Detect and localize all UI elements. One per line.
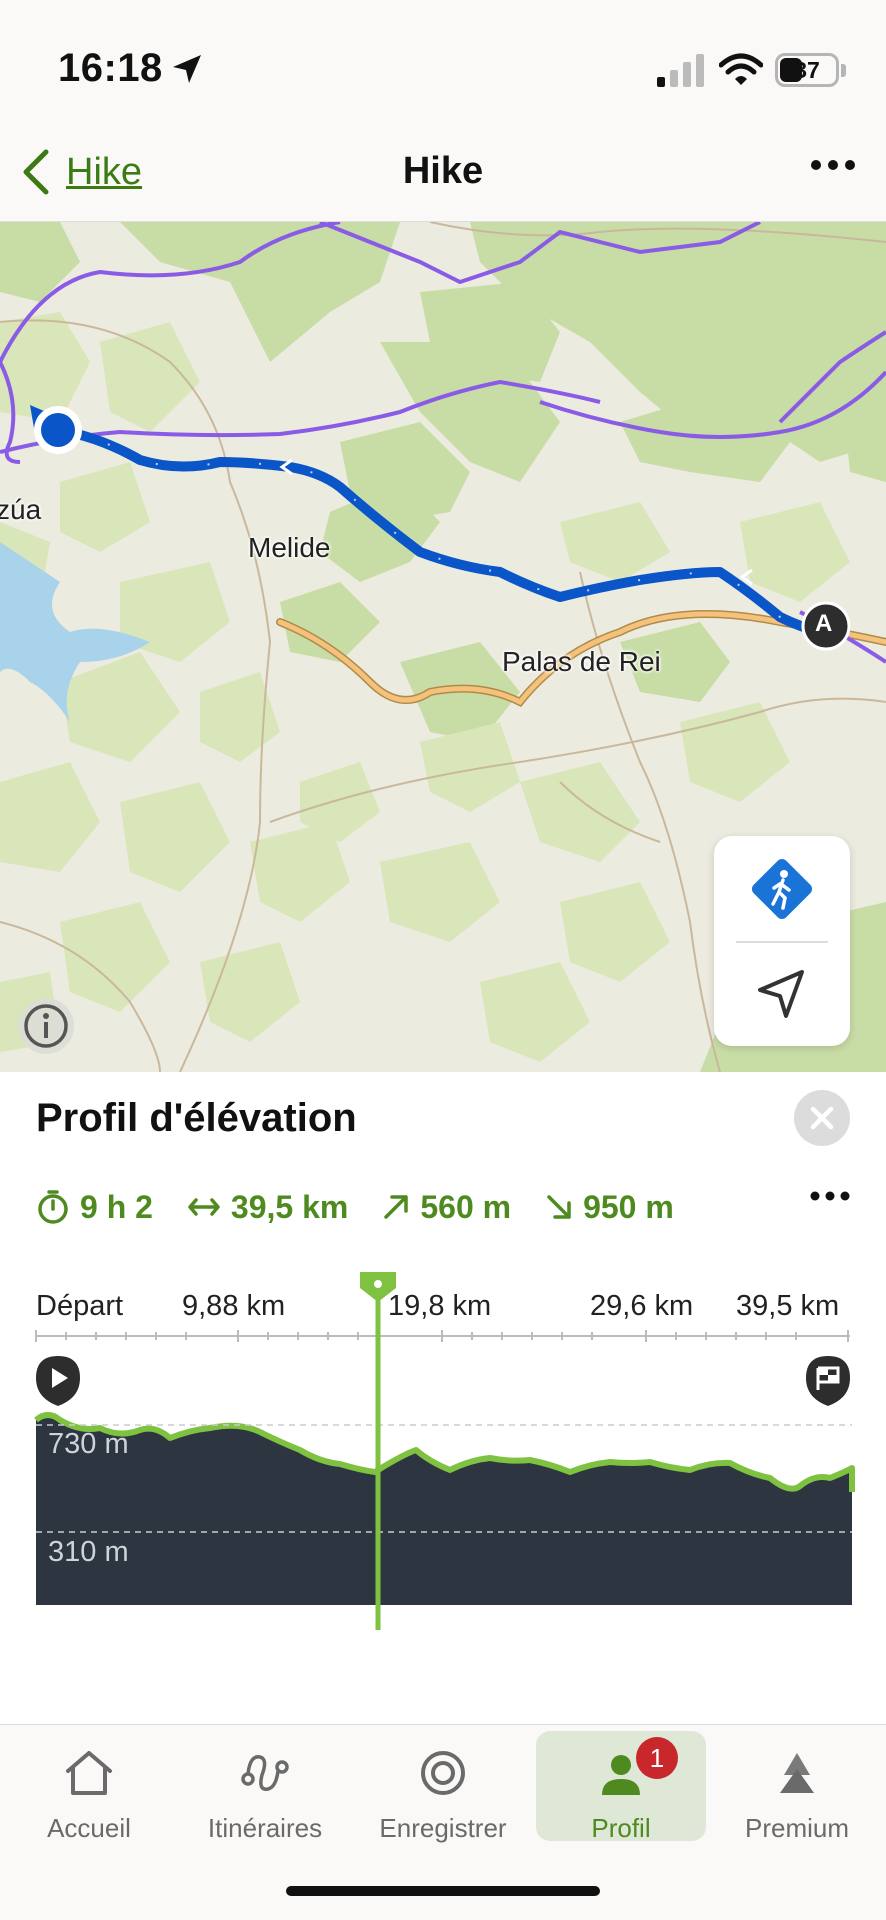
axis-label-half: 19,8 km: [388, 1290, 492, 1322]
axis-label-three-quarter: 29,6 km: [590, 1290, 694, 1322]
stat-distance: 39,5 km: [187, 1189, 348, 1226]
home-indicator: [286, 1886, 600, 1896]
tab-profil[interactable]: 1 Profil: [536, 1731, 706, 1843]
status-time: 16:18: [58, 46, 163, 90]
elevation-stats: 9 h 2 39,5 km 560 m 950 m: [36, 1182, 850, 1232]
stat-descent: 950 m: [545, 1189, 674, 1226]
battery-indicator: 37: [775, 53, 839, 87]
map-label-palas-de-rei: Palas de Rei: [502, 646, 661, 677]
route-icon: [241, 1755, 289, 1791]
mountain-icon: [780, 1753, 814, 1793]
map-view[interactable]: A Melide Palas de Rei zúa: [0, 222, 886, 1072]
axis-label-quarter: 9,88 km: [182, 1290, 286, 1322]
signal-icon: [657, 54, 704, 87]
descent-arrow-icon: [547, 1195, 571, 1219]
more-options-icon[interactable]: [810, 158, 856, 172]
map-info-button[interactable]: [18, 998, 74, 1054]
axis-label-start: Départ: [36, 1290, 124, 1322]
map-label-partial: zúa: [0, 494, 42, 525]
stat-duration-value: 9 h 2: [80, 1188, 153, 1225]
tab-label-premium: Premium: [744, 1813, 849, 1843]
stat-distance-value: 39,5 km: [230, 1188, 349, 1225]
tab-accueil[interactable]: Accueil: [4, 1731, 174, 1843]
stats-more-icon[interactable]: [810, 1190, 850, 1202]
elevation-title: Profil d'élévation: [36, 1096, 357, 1140]
tab-premium[interactable]: Premium: [712, 1731, 882, 1843]
tab-label-profil: Profil: [591, 1813, 651, 1843]
status-bar: 16:18 37: [0, 0, 886, 130]
locate-me-icon[interactable]: [754, 966, 810, 1022]
tab-itineraires[interactable]: Itinéraires: [180, 1731, 350, 1843]
stopwatch-icon: [38, 1190, 68, 1224]
finish-flag-icon: [806, 1356, 850, 1406]
map-label-melide: Melide: [248, 532, 331, 563]
map-controls: [714, 836, 850, 1046]
stat-descent-value: 950 m: [583, 1188, 674, 1225]
y-label-min: 310 m: [48, 1536, 129, 1568]
distance-arrows-icon: [188, 1198, 220, 1216]
tab-label-enregistrer: Enregistrer: [379, 1813, 507, 1843]
stat-duration: 9 h 2: [36, 1189, 153, 1226]
home-icon: [66, 1751, 112, 1795]
y-label-max: 730 m: [48, 1428, 129, 1460]
stat-ascent: 560 m: [382, 1189, 511, 1226]
close-button[interactable]: [794, 1090, 850, 1146]
tab-label-accueil: Accueil: [47, 1813, 131, 1843]
map-label-start-marker: A: [815, 610, 833, 637]
battery-level: 37: [794, 57, 820, 83]
ascent-arrow-icon: [384, 1195, 409, 1219]
notification-badge: 1: [636, 1737, 678, 1779]
wifi-icon: [719, 53, 763, 85]
hiking-mode-icon[interactable]: [747, 854, 817, 924]
tab-enregistrer[interactable]: Enregistrer: [358, 1731, 528, 1843]
record-icon: [421, 1751, 465, 1795]
page-title: Hike: [402, 150, 484, 192]
stat-ascent-value: 560 m: [420, 1188, 512, 1225]
axis-label-end: 39,5 km: [736, 1290, 840, 1322]
tab-label-itineraires: Itinéraires: [207, 1813, 323, 1843]
info-icon: [24, 1004, 68, 1048]
close-icon: [810, 1106, 834, 1130]
navigation-bar: Hike Hike: [0, 130, 886, 222]
start-flag-icon: [36, 1356, 80, 1406]
location-arrow-icon: [173, 55, 201, 83]
